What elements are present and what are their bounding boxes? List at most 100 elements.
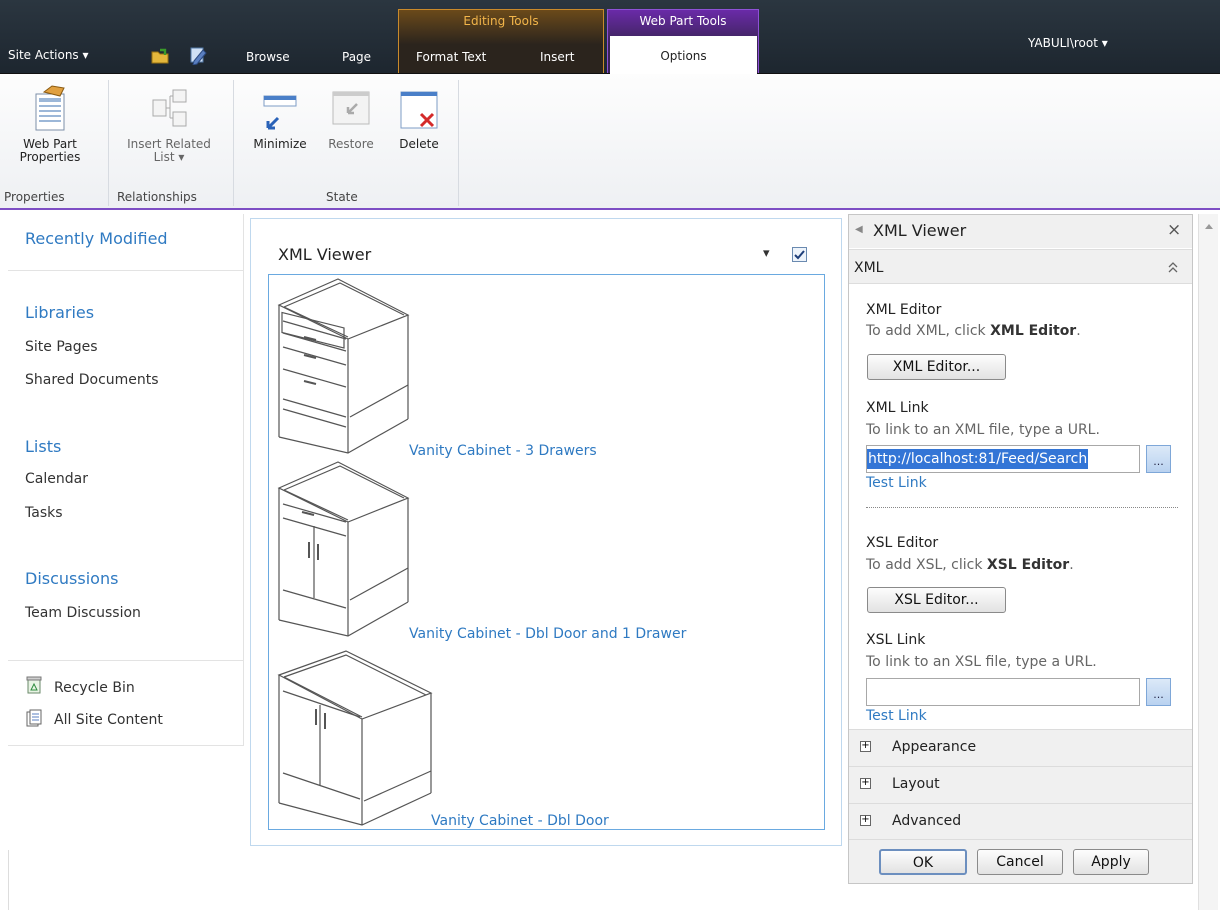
cancel-button[interactable]: Cancel bbox=[977, 849, 1063, 875]
section-divider bbox=[866, 507, 1178, 508]
related-list-icon bbox=[152, 89, 187, 127]
minimize-label: Minimize bbox=[253, 137, 307, 151]
web-part-title-bar: XML Viewer ▾ bbox=[268, 235, 825, 275]
nav-site-pages[interactable]: Site Pages bbox=[25, 339, 98, 355]
insert-related-list-button[interactable]: Insert Related List ▾ bbox=[113, 84, 225, 164]
cabinet-link-dbl-door-1-drawer[interactable]: Vanity Cabinet - Dbl Door and 1 Drawer bbox=[409, 626, 686, 642]
xml-test-link[interactable]: Test Link bbox=[866, 475, 927, 491]
group-relationships-label: Relationships bbox=[117, 190, 197, 204]
scroll-up-icon[interactable] bbox=[1204, 222, 1214, 230]
edit-page-icon[interactable] bbox=[188, 45, 208, 65]
tab-page[interactable]: Page bbox=[342, 50, 371, 64]
tab-browse[interactable]: Browse bbox=[246, 50, 290, 64]
minimize-icon bbox=[263, 95, 297, 130]
tab-insert[interactable]: Insert bbox=[540, 50, 574, 64]
site-actions-menu[interactable]: Site Actions ▾ bbox=[8, 48, 89, 62]
xml-link-browse-button[interactable]: ... bbox=[1146, 445, 1171, 473]
xsl-link-label: XSL Link bbox=[866, 632, 926, 648]
layout-label: Layout bbox=[892, 776, 940, 792]
collapse-up-icon[interactable] bbox=[1167, 260, 1179, 274]
layout-section[interactable]: + Layout bbox=[849, 766, 1192, 803]
nav-divider bbox=[8, 660, 244, 661]
navigate-up-icon[interactable] bbox=[150, 46, 170, 64]
ribbon: Web Part Properties Insert Related List … bbox=[0, 74, 1220, 210]
xml-editor-button[interactable]: XML Editor... bbox=[867, 354, 1006, 380]
xsl-link-browse-button[interactable]: ... bbox=[1146, 678, 1171, 706]
delete-label: Delete bbox=[399, 137, 439, 151]
recycle-bin-icon bbox=[26, 676, 42, 694]
nav-divider bbox=[8, 270, 244, 271]
xsl-test-link[interactable]: Test Link bbox=[866, 708, 927, 724]
checkmark-icon bbox=[794, 250, 805, 260]
insert-related-list-label-2: List ▾ bbox=[153, 150, 185, 164]
ribbon-separator bbox=[458, 80, 459, 206]
expand-icon: + bbox=[860, 814, 871, 826]
xml-link-value: http://localhost:81/Feed/Search bbox=[867, 449, 1089, 469]
minimize-button[interactable]: Minimize bbox=[244, 84, 316, 151]
cabinet-dbl-door-image bbox=[277, 650, 433, 826]
vertical-scrollbar[interactable] bbox=[1198, 214, 1218, 910]
group-state-label: State bbox=[326, 190, 358, 204]
editing-tools-label: Editing Tools bbox=[463, 14, 539, 28]
appearance-section[interactable]: + Appearance bbox=[849, 729, 1192, 766]
nav-team-discussion[interactable]: Team Discussion bbox=[25, 605, 141, 621]
tool-pane-title: XML Viewer bbox=[873, 221, 967, 240]
tab-options[interactable]: Options bbox=[610, 36, 757, 74]
web-part-tools-label: Web Part Tools bbox=[639, 14, 727, 28]
all-site-content-icon bbox=[26, 709, 42, 727]
restore-icon bbox=[332, 91, 370, 125]
xml-editor-label: XML Editor bbox=[866, 302, 942, 318]
ok-button[interactable]: OK bbox=[879, 849, 967, 875]
nav-libraries[interactable]: Libraries bbox=[25, 303, 94, 322]
cabinet-link-dbl-door[interactable]: Vanity Cabinet - Dbl Door bbox=[431, 813, 609, 829]
xsl-editor-button[interactable]: XSL Editor... bbox=[867, 587, 1006, 613]
advanced-section[interactable]: + Advanced bbox=[849, 803, 1192, 840]
nav-tasks[interactable]: Tasks bbox=[25, 505, 63, 521]
xml-editor-hint-bold: XML Editor bbox=[990, 323, 1077, 339]
quick-launch: Recently Modified Libraries Site Pages S… bbox=[8, 214, 244, 746]
web-part-menu-icon[interactable]: ▾ bbox=[763, 246, 770, 261]
xml-link-label: XML Link bbox=[866, 400, 929, 416]
nav-recycle-bin[interactable]: Recycle Bin bbox=[54, 680, 135, 696]
delete-button[interactable]: Delete bbox=[388, 84, 450, 151]
xsl-editor-label: XSL Editor bbox=[866, 535, 939, 551]
xsl-editor-hint-bold: XSL Editor bbox=[986, 557, 1070, 573]
advanced-label: Advanced bbox=[892, 813, 962, 829]
xml-link-hint: To link to an XML file, type a URL. bbox=[866, 422, 1100, 438]
expand-icon: + bbox=[860, 777, 871, 789]
web-part-title: XML Viewer bbox=[278, 245, 372, 264]
xml-editor-hint-text: To add XML, click bbox=[866, 323, 991, 339]
cabinet-dbl-door-1-drawer-image bbox=[277, 461, 410, 637]
web-part-properties-button[interactable]: Web Part Properties bbox=[8, 84, 92, 164]
expand-icon: + bbox=[860, 740, 871, 752]
group-properties-label: Properties bbox=[4, 190, 65, 204]
collapse-left-icon[interactable]: ◀ bbox=[855, 224, 863, 235]
cabinet-link-3-drawers[interactable]: Vanity Cabinet - 3 Drawers bbox=[409, 443, 597, 459]
ribbon-tab-bar: Site Actions ▾ Browse Page Editing Tools… bbox=[0, 0, 1220, 74]
xsl-editor-hint-text: To add XSL, click bbox=[866, 557, 987, 573]
delete-icon bbox=[400, 91, 438, 129]
xsl-link-input[interactable] bbox=[866, 678, 1140, 706]
nav-discussions[interactable]: Discussions bbox=[25, 569, 118, 588]
page-edge bbox=[8, 850, 9, 910]
nav-shared-documents[interactable]: Shared Documents bbox=[25, 372, 159, 388]
properties-icon bbox=[35, 85, 65, 131]
restore-button[interactable]: Restore bbox=[320, 84, 382, 151]
web-part-select-checkbox[interactable] bbox=[792, 247, 807, 262]
nav-lists[interactable]: Lists bbox=[25, 437, 61, 456]
tool-pane-header: ◀ XML Viewer × bbox=[849, 215, 1192, 248]
web-part-properties-label-2: Properties bbox=[19, 150, 81, 164]
nav-all-site-content[interactable]: All Site Content bbox=[54, 712, 163, 728]
xml-link-input[interactable]: http://localhost:81/Feed/Search bbox=[866, 445, 1140, 473]
xml-section-header[interactable]: XML bbox=[849, 249, 1192, 284]
nav-calendar[interactable]: Calendar bbox=[25, 471, 88, 487]
ribbon-separator bbox=[108, 80, 109, 206]
xsl-link-hint: To link to an XSL file, type a URL. bbox=[866, 654, 1097, 670]
tab-format-text[interactable]: Format Text bbox=[416, 50, 486, 64]
apply-button[interactable]: Apply bbox=[1073, 849, 1149, 875]
xml-editor-hint: To add XML, click XML Editor. bbox=[866, 323, 1081, 339]
close-icon[interactable]: × bbox=[1167, 220, 1181, 240]
xsl-editor-hint: To add XSL, click XSL Editor. bbox=[866, 557, 1074, 573]
user-menu[interactable]: YABULI\root ▾ bbox=[1028, 36, 1108, 50]
nav-recently-modified[interactable]: Recently Modified bbox=[25, 229, 168, 248]
